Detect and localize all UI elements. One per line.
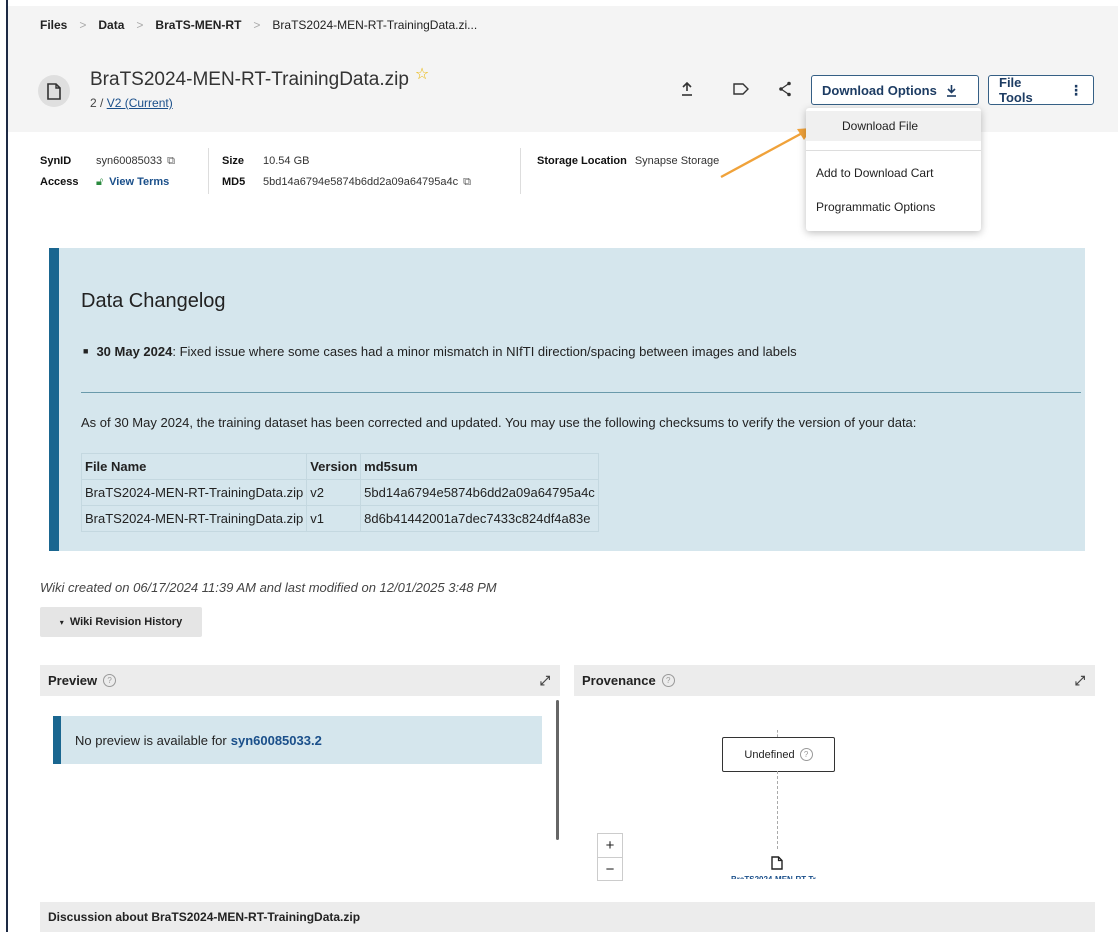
- preview-scrollbar[interactable]: [556, 700, 559, 840]
- changelog-divider: [81, 392, 1081, 393]
- copy-icon[interactable]: ⧉: [167, 155, 175, 167]
- provenance-edge: [777, 771, 778, 849]
- provenance-panel-header: Provenance? ⤢: [574, 665, 1095, 696]
- breadcrumb: Files > Data > BraTS-MEN-RT > BraTS2024-…: [8, 6, 1118, 44]
- checksum-table: File Name Version md5sum BraTS2024-MEN-R…: [80, 453, 599, 532]
- menu-item-add-to-cart[interactable]: Add to Download Cart: [806, 158, 981, 188]
- column-header-version: Version: [306, 453, 362, 480]
- storage-location: Storage Location Synapse Storage: [537, 151, 719, 172]
- preview-title: Preview: [48, 673, 98, 688]
- breadcrumb-separator-icon: >: [136, 18, 144, 32]
- zoom-in-icon[interactable]: +: [598, 834, 622, 858]
- view-terms-link[interactable]: View Terms: [109, 176, 169, 188]
- download-options-button[interactable]: Download Options: [811, 75, 979, 105]
- table-header-row: File Name Version md5sum: [80, 453, 599, 480]
- changelog-date: 30 May 2024: [96, 344, 173, 359]
- provenance-edge: [777, 730, 778, 737]
- wiki-revision-history-button[interactable]: ▾ Wiki Revision History: [40, 607, 202, 637]
- metadata-divider: [208, 148, 209, 194]
- storage-label: Storage Location: [537, 155, 627, 167]
- table-cell: BraTS2024-MEN-RT-TrainingData.zip: [80, 479, 308, 506]
- breadcrumb-data[interactable]: Data: [98, 18, 124, 32]
- changelog-entry: : Fixed issue where some cases had a min…: [172, 344, 797, 359]
- table-cell: 8d6b41442001a7dec7433c824df4a83e: [360, 505, 599, 532]
- version-info: 2 / V2 (Current): [90, 96, 173, 110]
- preview-message-text: No preview is available for: [75, 732, 227, 748]
- page-title: BraTS2024-MEN-RT-TrainingData.zip ☆: [90, 66, 429, 91]
- preview-entity-link[interactable]: syn60085033.2: [231, 733, 322, 748]
- share-icon[interactable]: [776, 80, 794, 98]
- copy-icon[interactable]: ⧉: [463, 176, 471, 188]
- provenance-title: Provenance: [582, 673, 656, 688]
- wiki-revision-label: Wiki Revision History: [69, 616, 183, 628]
- menu-item-download-file[interactable]: Download File: [806, 111, 981, 141]
- breadcrumb-separator-icon: >: [79, 18, 87, 32]
- access-label: Access: [40, 176, 79, 188]
- md5-label: MD5: [222, 176, 246, 188]
- file-icon: [38, 75, 70, 107]
- metadata-values-col2: 10.54 GB 5bd14a6794e5874b6dd2a09a64795a4…: [263, 151, 471, 193]
- changelog-title: Data Changelog: [81, 290, 226, 312]
- size-value: 10.54 GB: [263, 155, 310, 167]
- help-icon[interactable]: ?: [799, 748, 813, 761]
- menu-divider: [806, 150, 981, 151]
- download-options-menu: Download File Add to Download Cart Progr…: [806, 108, 981, 231]
- column-header-md5sum: md5sum: [360, 453, 599, 480]
- breadcrumb-brats-men-rt[interactable]: BraTS-MEN-RT: [155, 18, 241, 32]
- file-node-icon[interactable]: [771, 856, 783, 873]
- help-icon[interactable]: ?: [103, 674, 117, 687]
- file-tools-button[interactable]: File Tools ⋮: [988, 75, 1094, 105]
- provenance-activity-node[interactable]: Undefined?: [722, 737, 835, 772]
- table-cell: v2: [306, 479, 362, 506]
- metadata-labels-col2: Size MD5: [222, 151, 245, 193]
- table-row: BraTS2024-MEN-RT-TrainingData.zip v2 5bd…: [80, 479, 599, 506]
- breadcrumb-current-file: BraTS2024-MEN-RT-TrainingData.zi...: [272, 18, 478, 32]
- md5-value: 5bd14a6794e5874b6dd2a09a64795a4c: [263, 176, 459, 188]
- menu-item-programmatic-options[interactable]: Programmatic Options: [806, 192, 981, 222]
- activity-node-label: Undefined: [744, 748, 795, 761]
- size-label: Size: [222, 155, 245, 167]
- preview-panel-header: Preview? ⤢: [40, 665, 560, 696]
- breadcrumb-separator-icon: >: [253, 18, 261, 32]
- data-changelog-panel: Data Changelog ■ 30 May 2024: Fixed issue…: [49, 248, 1085, 551]
- upload-icon[interactable]: [678, 80, 696, 98]
- table-row: BraTS2024-MEN-RT-TrainingData.zip v1 8d6…: [80, 505, 599, 532]
- file-node-label[interactable]: BraTS2024-MEN-RT-Tr...: [731, 873, 841, 879]
- download-icon: [946, 84, 957, 97]
- synid-value: syn60085033: [96, 155, 163, 167]
- changelog-paragraph: As of 30 May 2024, the training dataset …: [81, 415, 917, 430]
- table-cell: 5bd14a6794e5874b6dd2a09a64795a4c: [360, 479, 599, 506]
- expand-icon[interactable]: ⤢: [540, 673, 550, 689]
- bullet-dot-icon: ■: [83, 346, 89, 356]
- file-title: BraTS2024-MEN-RT-TrainingData.zip: [90, 69, 409, 90]
- metadata-labels-col1: SynID Access: [40, 151, 79, 193]
- graph-zoom-control: + −: [597, 833, 623, 881]
- changelog-bullet: ■ 30 May 2024: Fixed issue where some cas…: [83, 344, 797, 359]
- discussion-header: Discussion about BraTS2024-MEN-RT-Traini…: [40, 902, 1095, 932]
- version-number: 2 /: [90, 96, 107, 110]
- annotation-tag-icon[interactable]: [732, 80, 750, 98]
- table-cell: BraTS2024-MEN-RT-TrainingData.zip: [80, 505, 308, 532]
- breadcrumb-files[interactable]: Files: [40, 18, 67, 32]
- more-vertical-icon: ⋮: [1069, 81, 1083, 98]
- column-header-file-name: File Name: [80, 453, 308, 480]
- version-link[interactable]: V2 (Current): [107, 96, 173, 110]
- metadata-divider: [520, 148, 521, 194]
- help-icon[interactable]: ?: [661, 674, 675, 687]
- download-options-label: Download Options: [822, 82, 937, 98]
- left-edge-rule: [6, 0, 8, 932]
- favorite-star-icon[interactable]: ☆: [415, 66, 429, 83]
- storage-value: Synapse Storage: [634, 155, 720, 167]
- wiki-meta-text: Wiki created on 06/17/2024 11:39 AM and …: [40, 580, 497, 595]
- synid-label: SynID: [40, 155, 72, 167]
- lock-icon: 🔓︎: [96, 176, 104, 188]
- table-cell: v1: [306, 505, 362, 532]
- caret-down-icon: ▾: [59, 617, 64, 627]
- expand-icon[interactable]: ⤢: [1075, 673, 1085, 689]
- metadata-values-col1: syn60085033 ⧉ 🔓︎ View Terms: [96, 151, 175, 193]
- zoom-out-icon[interactable]: −: [598, 858, 622, 881]
- file-tools-label: File Tools: [999, 75, 1033, 105]
- preview-message: No preview is available for syn60085033.2: [53, 716, 542, 764]
